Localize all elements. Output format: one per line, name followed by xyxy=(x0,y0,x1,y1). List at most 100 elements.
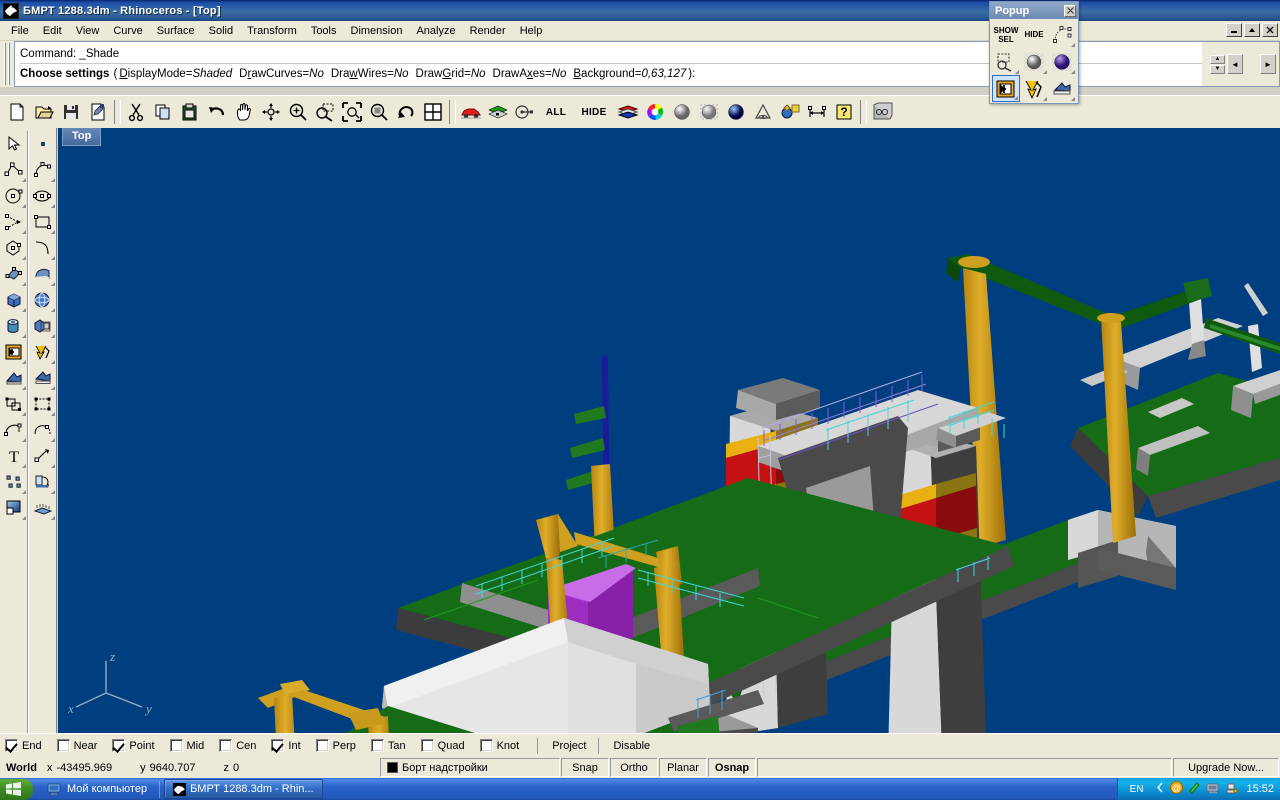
option-drawwires[interactable]: DrawWires=No xyxy=(331,68,409,80)
ghosted-sphere-icon[interactable] xyxy=(696,99,722,125)
menu-help[interactable]: Help xyxy=(513,23,550,39)
hide-button[interactable]: HIDE xyxy=(1020,21,1048,48)
ground-plane-icon[interactable] xyxy=(30,495,56,521)
hide-objects-button[interactable]: HIDE xyxy=(574,99,614,125)
osnap-quad-checkbox[interactable] xyxy=(420,739,434,752)
rotate-view-icon[interactable] xyxy=(258,99,284,125)
render-blue-sphere-icon[interactable] xyxy=(1048,48,1076,75)
select-arrow-icon[interactable] xyxy=(1,131,27,157)
scroll-right-button[interactable]: ► xyxy=(1260,54,1276,74)
blend-curve-icon[interactable] xyxy=(30,417,56,443)
option-drawgrid[interactable]: DrawGrid=No xyxy=(416,68,486,80)
explode-icon[interactable] xyxy=(1020,75,1048,102)
command-spinner[interactable]: ▲ ▼ xyxy=(1210,54,1225,74)
surface-patch-icon[interactable] xyxy=(30,261,56,287)
boolean-difference-icon[interactable] xyxy=(1048,75,1076,102)
boolean-union-icon[interactable] xyxy=(30,365,56,391)
popup-close-icon[interactable] xyxy=(1064,4,1076,17)
zoom-extents-icon[interactable] xyxy=(339,99,365,125)
menu-surface[interactable]: Surface xyxy=(150,23,202,39)
undo-view-icon[interactable] xyxy=(393,99,419,125)
group-icon[interactable] xyxy=(1,391,27,417)
paste-icon[interactable] xyxy=(177,99,203,125)
osnap-tan[interactable]: Tan xyxy=(370,739,418,752)
osnap-point[interactable]: Point xyxy=(112,739,166,752)
dimension-icon[interactable] xyxy=(804,99,830,125)
option-drawaxes[interactable]: DrawAxes=No xyxy=(493,68,567,80)
osnap-tan-checkbox[interactable] xyxy=(370,739,384,752)
named-view-icon[interactable] xyxy=(869,99,895,125)
polygon-icon[interactable] xyxy=(1,235,27,261)
viewport-label[interactable]: Top xyxy=(62,128,102,146)
osnap-mid[interactable]: Mid xyxy=(169,739,217,752)
show-selected-button[interactable]: SHOW SEL xyxy=(992,21,1020,48)
start-button[interactable] xyxy=(0,778,33,800)
osnap-near-checkbox[interactable] xyxy=(56,739,70,752)
language-indicator[interactable]: EN xyxy=(1126,783,1148,796)
array-icon[interactable] xyxy=(30,313,56,339)
antivirus-icon[interactable]: @ xyxy=(1170,781,1184,797)
curve-interp-icon[interactable] xyxy=(1,209,27,235)
explode-icon[interactable] xyxy=(30,339,56,365)
point-cloud-icon[interactable] xyxy=(1,469,27,495)
osnap-perp-checkbox[interactable] xyxy=(315,739,329,752)
gradient-icon[interactable] xyxy=(1,495,27,521)
popup-toolbar[interactable]: Popup SHOW SEL HIDE xyxy=(989,1,1079,104)
osnap-point-checkbox[interactable] xyxy=(112,739,126,752)
scroll-left-button[interactable]: ◄ xyxy=(1227,54,1243,74)
quick-launch-my-computer[interactable]: Мой компьютер xyxy=(39,782,155,796)
osnap-int[interactable]: Int xyxy=(271,739,312,752)
cut-icon[interactable] xyxy=(123,99,149,125)
cylinder-icon[interactable] xyxy=(1,313,27,339)
zoom-in-icon[interactable] xyxy=(285,99,311,125)
help-icon[interactable]: ? xyxy=(831,99,857,125)
polyline-icon[interactable] xyxy=(1,157,27,183)
option-drawcurves[interactable]: DrawCurves=No xyxy=(239,68,324,80)
osnap-quad[interactable]: Quad xyxy=(420,739,477,752)
viewport-top[interactable]: Top z x y xyxy=(58,128,1280,733)
text-tool-icon[interactable]: T xyxy=(1,443,27,469)
snap-toggle[interactable]: Snap xyxy=(561,758,609,777)
rectangle-icon[interactable] xyxy=(30,209,56,235)
menu-transform[interactable]: Transform xyxy=(240,23,304,39)
render-car-icon[interactable] xyxy=(458,99,484,125)
open-file-icon[interactable] xyxy=(31,99,57,125)
fillet-curve-icon[interactable] xyxy=(1,417,27,443)
spotlight-icon[interactable] xyxy=(750,99,776,125)
box-solid-icon[interactable] xyxy=(1,287,27,313)
surface-edit-icon[interactable] xyxy=(1,261,27,287)
curve-arc-icon[interactable] xyxy=(30,235,56,261)
network-icon[interactable] xyxy=(1206,781,1220,797)
osnap-knot-checkbox[interactable] xyxy=(479,739,493,752)
print-icon[interactable] xyxy=(85,99,111,125)
ortho-toggle[interactable]: Ortho xyxy=(610,758,658,777)
circle-icon[interactable] xyxy=(1,183,27,209)
layer-color-swatch[interactable] xyxy=(387,762,398,773)
layer-stack-icon[interactable] xyxy=(615,99,641,125)
planar-toggle[interactable]: Planar xyxy=(659,758,707,777)
osnap-perp[interactable]: Perp xyxy=(315,739,368,752)
spinner-up[interactable]: ▲ xyxy=(1210,54,1225,64)
save-file-icon[interactable] xyxy=(58,99,84,125)
option-displaymode[interactable]: DisplayMode=Shaded xyxy=(119,68,232,80)
ungroup-icon[interactable] xyxy=(30,391,56,417)
menu-curve[interactable]: Curve xyxy=(106,23,149,39)
layers-icon[interactable] xyxy=(485,99,511,125)
menu-render[interactable]: Render xyxy=(463,23,513,39)
undo-icon[interactable] xyxy=(204,99,230,125)
osnap-mid-checkbox[interactable] xyxy=(169,739,183,752)
option-background[interactable]: Background=0,63,127 xyxy=(573,68,686,80)
menu-analyze[interactable]: Analyze xyxy=(409,23,462,39)
command-area-grip[interactable] xyxy=(3,43,12,85)
popup-title-bar[interactable]: Popup xyxy=(990,2,1078,19)
select-all-button[interactable]: ALL xyxy=(539,99,573,125)
select-window-icon[interactable] xyxy=(992,48,1020,75)
spinner-down[interactable]: ▼ xyxy=(1210,64,1225,74)
task-rhinoceros[interactable]: БМРТ 1288.3dm - Rhin... xyxy=(164,779,323,799)
zoom-selected-icon[interactable] xyxy=(366,99,392,125)
clock[interactable]: 15:52 xyxy=(1246,783,1274,795)
close-button[interactable] xyxy=(1262,23,1278,37)
zoom-window-icon[interactable] xyxy=(312,99,338,125)
shield-icon[interactable] xyxy=(1188,781,1201,797)
render-properties-icon[interactable] xyxy=(777,99,803,125)
